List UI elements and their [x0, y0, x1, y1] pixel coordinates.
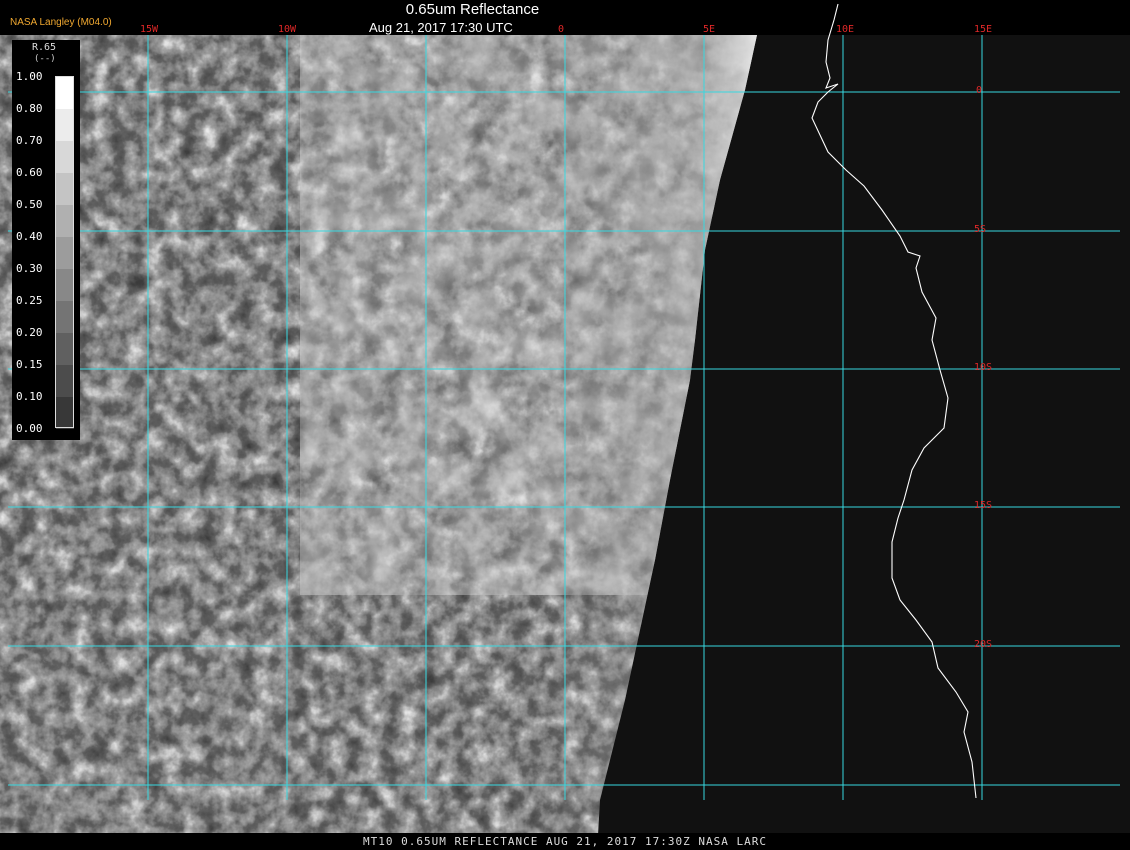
producer-label: NASA Langley (M04.0) — [10, 17, 112, 28]
legend-tick-label: 0.25 — [16, 294, 43, 307]
longitude-label: 0 — [558, 24, 565, 35]
legend-tick-label: 0.20 — [16, 326, 43, 339]
legend-tick-label: 0.80 — [16, 102, 43, 115]
legend-tick-label: 0.15 — [16, 358, 43, 371]
satellite-image[interactable] — [0, 0, 1130, 850]
latitude-label: 20S — [974, 639, 993, 650]
legend-tick-label: 0.00 — [16, 422, 43, 435]
satellite-viewer: NASA Langley (M04.0) 0.65um Reflectance … — [0, 0, 1130, 850]
image-datetime: Aug 21, 2017 17:30 UTC — [369, 20, 513, 35]
longitude-label: 15E — [974, 24, 993, 35]
image-title: 0.65um Reflectance — [405, 1, 540, 18]
latitude-label: 5S — [974, 224, 987, 235]
latitude-label: 0 — [976, 85, 983, 96]
longitude-label: 5E — [703, 24, 716, 35]
legend-tick-label: 0.10 — [16, 390, 43, 403]
longitude-label: 10E — [836, 24, 855, 35]
legend-tick-label: 1.00 — [16, 70, 43, 83]
legend-frame — [55, 76, 74, 428]
longitude-label: 15W — [140, 24, 159, 35]
legend-tick-label: 0.40 — [16, 230, 43, 243]
latitude-label: 10S — [974, 362, 993, 373]
legend-unit: (--) — [34, 54, 56, 64]
legend-tick-label: 0.30 — [16, 262, 43, 275]
legend-title: R.65 — [32, 42, 57, 53]
legend-tick-label: 0.60 — [16, 166, 43, 179]
legend-tick-label: 0.70 — [16, 134, 43, 147]
legend-tick-label: 0.50 — [16, 198, 43, 211]
footer-caption: MT10 0.65UM REFLECTANCE AUG 21, 2017 17:… — [0, 833, 1130, 850]
longitude-label: 10W — [278, 24, 297, 35]
color-legend: R.65 (--) 1.00 0.80 0.70 0.60 0.50 0.40 0.30 0.… — [12, 40, 80, 440]
latitude-label: 15S — [974, 500, 993, 511]
